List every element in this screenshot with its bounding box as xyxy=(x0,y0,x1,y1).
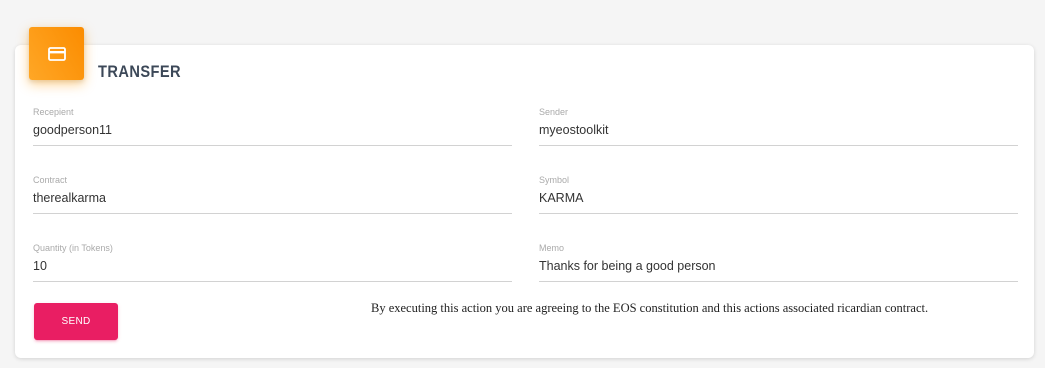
sender-input[interactable]: myeostoolkit xyxy=(539,123,1018,137)
card-header-icon-box xyxy=(29,27,84,80)
ricardian-disclaimer: By executing this action you are agreein… xyxy=(371,301,929,315)
contract-input[interactable]: therealkarma xyxy=(33,191,512,205)
quantity-input[interactable]: 10 xyxy=(33,259,512,273)
memo-underline xyxy=(539,281,1018,282)
recipient-underline xyxy=(33,145,512,146)
quantity-underline xyxy=(33,281,512,282)
credit-card-icon xyxy=(47,46,66,61)
send-button[interactable]: SEND xyxy=(34,303,118,340)
card-title: TRANSFER xyxy=(98,62,182,81)
symbol-label: Symbol xyxy=(539,175,570,185)
symbol-input[interactable]: KARMA xyxy=(539,191,1018,205)
recipient-input[interactable]: goodperson11 xyxy=(33,123,512,137)
memo-label: Memo xyxy=(539,243,565,253)
recipient-label: Recepient xyxy=(33,107,74,117)
sender-label: Sender xyxy=(539,107,569,117)
memo-input[interactable]: Thanks for being a good person xyxy=(539,259,1018,273)
sender-underline xyxy=(539,145,1018,146)
contract-label: Contract xyxy=(33,175,68,185)
quantity-label: Quantity (in Tokens) xyxy=(33,243,113,253)
symbol-underline xyxy=(539,213,1018,214)
contract-underline xyxy=(33,213,512,214)
